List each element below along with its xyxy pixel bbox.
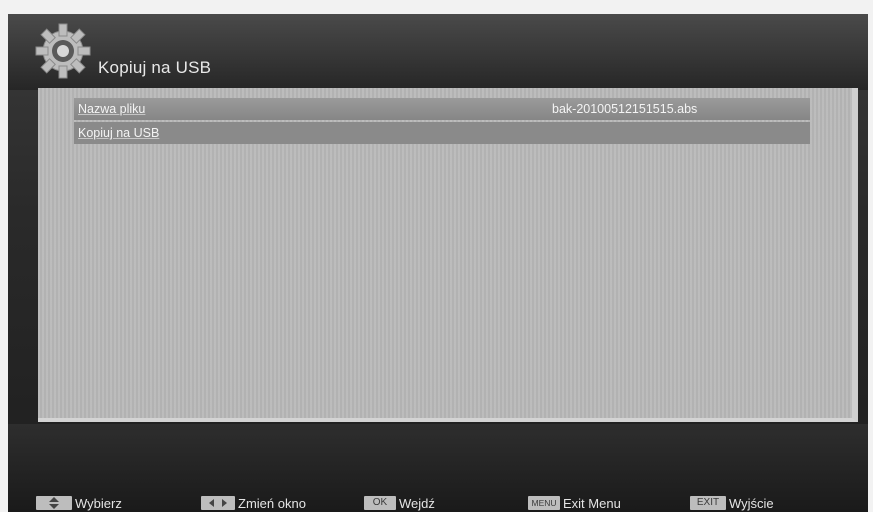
- footer-hints: Wybierz Zmień okno OK Wejdź MENU Exit Me…: [8, 424, 868, 512]
- ok-key: OK: [364, 496, 396, 510]
- menu-item-label: Nazwa pliku: [78, 102, 146, 116]
- gear-icon: [35, 23, 91, 79]
- menu-item-copy-to-usb[interactable]: Kopiuj na USB: [74, 122, 810, 144]
- exit-key: EXIT: [690, 496, 726, 510]
- page-title: Kopiuj na USB: [98, 58, 212, 77]
- hint-switch-window: Zmień okno: [201, 495, 306, 511]
- file-name-value: bak-20100512151515.abs: [552, 102, 698, 116]
- hint-enter: OK Wejdź: [364, 495, 435, 511]
- header: Kopiuj na USB: [8, 14, 868, 90]
- hint-exit-menu: MENU Exit Menu: [528, 495, 621, 511]
- content-panel: Nazwa pliku bak-20100512151515.abs Kopiu…: [38, 88, 858, 422]
- hint-label: Exit Menu: [563, 495, 621, 511]
- hint-label: Wyjście: [729, 495, 774, 511]
- hint-label: Wybierz: [75, 495, 122, 511]
- menu-key: MENU: [528, 496, 560, 510]
- menu-item-file-name[interactable]: Nazwa pliku bak-20100512151515.abs: [74, 98, 810, 120]
- hint-label: Wejdź: [399, 495, 435, 511]
- left-right-arrows-icon: [201, 496, 235, 510]
- menu-item-label: Kopiuj na USB: [78, 126, 160, 140]
- hint-label: Zmień okno: [238, 495, 306, 511]
- hint-exit: EXIT Wyjście: [690, 495, 774, 511]
- up-down-arrows-icon: [36, 496, 72, 510]
- tv-screen: Kopiuj na USB Nazwa pliku bak-2010051215…: [8, 14, 868, 512]
- hint-select: Wybierz: [36, 495, 122, 511]
